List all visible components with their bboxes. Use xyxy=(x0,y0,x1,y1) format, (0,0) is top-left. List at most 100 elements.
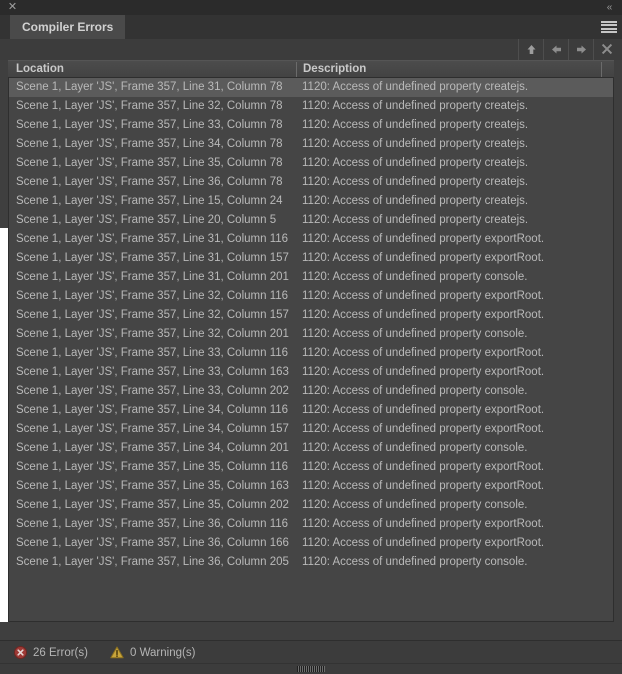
panel-titlebar: ✕ « xyxy=(0,0,622,15)
cell-description: 1120: Access of undefined property expor… xyxy=(302,537,545,549)
cell-location: Scene 1, Layer 'JS', Frame 357, Line 33,… xyxy=(16,366,289,378)
table-row[interactable]: Scene 1, Layer 'JS', Frame 357, Line 36,… xyxy=(9,173,613,192)
panel-bottom-bar xyxy=(0,663,622,674)
cell-location: Scene 1, Layer 'JS', Frame 357, Line 36,… xyxy=(16,537,289,549)
cell-location: Scene 1, Layer 'JS', Frame 357, Line 35,… xyxy=(16,157,283,169)
table-row[interactable]: Scene 1, Layer 'JS', Frame 357, Line 31,… xyxy=(9,249,613,268)
cell-location: Scene 1, Layer 'JS', Frame 357, Line 32,… xyxy=(16,309,289,321)
cell-description: 1120: Access of undefined property conso… xyxy=(302,556,528,568)
table-row[interactable]: Scene 1, Layer 'JS', Frame 357, Line 35,… xyxy=(9,477,613,496)
error-count-label: 26 Error(s) xyxy=(33,646,88,659)
cell-location: Scene 1, Layer 'JS', Frame 357, Line 20,… xyxy=(16,214,277,226)
error-icon xyxy=(14,646,27,659)
cell-location: Scene 1, Layer 'JS', Frame 357, Line 31,… xyxy=(16,233,289,245)
arrow-up-icon xyxy=(525,43,538,56)
compiler-errors-panel: ✕ « Compiler Errors Location Description… xyxy=(0,0,622,674)
column-header-description[interactable]: Description xyxy=(303,61,366,78)
table-row[interactable]: Scene 1, Layer 'JS', Frame 357, Line 32,… xyxy=(9,306,613,325)
table-row[interactable]: Scene 1, Layer 'JS', Frame 357, Line 33,… xyxy=(9,344,613,363)
resize-grip[interactable] xyxy=(297,666,325,672)
table-row[interactable]: Scene 1, Layer 'JS', Frame 357, Line 36,… xyxy=(9,553,613,572)
table-row[interactable]: Scene 1, Layer 'JS', Frame 357, Line 35,… xyxy=(9,154,613,173)
cell-description: 1120: Access of undefined property creat… xyxy=(302,195,529,207)
column-resize-handle-1[interactable] xyxy=(296,62,297,77)
cell-location: Scene 1, Layer 'JS', Frame 357, Line 31,… xyxy=(16,252,289,264)
close-x-icon xyxy=(600,43,613,56)
cell-description: 1120: Access of undefined property creat… xyxy=(302,119,529,131)
table-row[interactable]: Scene 1, Layer 'JS', Frame 357, Line 32,… xyxy=(9,287,613,306)
tab-compiler-errors[interactable]: Compiler Errors xyxy=(10,15,126,39)
table-row[interactable]: Scene 1, Layer 'JS', Frame 357, Line 33,… xyxy=(9,116,613,135)
status-bar: 26 Error(s) 0 Warning(s) xyxy=(0,640,622,664)
desktop-background-strip xyxy=(0,228,8,622)
go-to-source-button[interactable] xyxy=(518,39,543,60)
table-row[interactable]: Scene 1, Layer 'JS', Frame 357, Line 35,… xyxy=(9,458,613,477)
table-row[interactable]: Scene 1, Layer 'JS', Frame 357, Line 33,… xyxy=(9,363,613,382)
cell-location: Scene 1, Layer 'JS', Frame 357, Line 35,… xyxy=(16,480,289,492)
cell-description: 1120: Access of undefined property expor… xyxy=(302,461,545,473)
table-row[interactable]: Scene 1, Layer 'JS', Frame 357, Line 32,… xyxy=(9,325,613,344)
table-column-headers: Location Description xyxy=(8,60,614,78)
table-row[interactable]: Scene 1, Layer 'JS', Frame 357, Line 34,… xyxy=(9,439,613,458)
tab-strip: Compiler Errors xyxy=(0,15,622,40)
table-row[interactable]: Scene 1, Layer 'JS', Frame 357, Line 34,… xyxy=(9,401,613,420)
cell-location: Scene 1, Layer 'JS', Frame 357, Line 33,… xyxy=(16,347,289,359)
cell-description: 1120: Access of undefined property expor… xyxy=(302,233,545,245)
status-error-count: 26 Error(s) xyxy=(14,641,88,664)
cell-description: 1120: Access of undefined property creat… xyxy=(302,100,529,112)
table-row[interactable]: Scene 1, Layer 'JS', Frame 357, Line 31,… xyxy=(9,230,613,249)
cell-location: Scene 1, Layer 'JS', Frame 357, Line 35,… xyxy=(16,461,289,473)
cell-description: 1120: Access of undefined property conso… xyxy=(302,271,528,283)
cell-location: Scene 1, Layer 'JS', Frame 357, Line 15,… xyxy=(16,195,283,207)
table-row[interactable]: Scene 1, Layer 'JS', Frame 357, Line 34,… xyxy=(9,135,613,154)
table-row[interactable]: Scene 1, Layer 'JS', Frame 357, Line 31,… xyxy=(9,78,613,97)
table-row[interactable]: Scene 1, Layer 'JS', Frame 357, Line 35,… xyxy=(9,496,613,515)
cell-location: Scene 1, Layer 'JS', Frame 357, Line 34,… xyxy=(16,138,283,150)
arrow-left-icon xyxy=(550,43,563,56)
table-row[interactable]: Scene 1, Layer 'JS', Frame 357, Line 36,… xyxy=(9,515,613,534)
cell-location: Scene 1, Layer 'JS', Frame 357, Line 35,… xyxy=(16,499,289,511)
column-resize-handle-2[interactable] xyxy=(601,62,602,77)
cell-description: 1120: Access of undefined property expor… xyxy=(302,480,545,492)
cell-description: 1120: Access of undefined property expor… xyxy=(302,518,545,530)
close-icon[interactable]: ✕ xyxy=(6,1,19,14)
cell-description: 1120: Access of undefined property creat… xyxy=(302,81,529,93)
cell-location: Scene 1, Layer 'JS', Frame 357, Line 31,… xyxy=(16,271,289,283)
cell-description: 1120: Access of undefined property expor… xyxy=(302,366,545,378)
collapse-panel-icon[interactable]: « xyxy=(602,1,616,14)
table-row[interactable]: Scene 1, Layer 'JS', Frame 357, Line 32,… xyxy=(9,97,613,116)
hamburger-menu-icon[interactable] xyxy=(601,20,617,34)
table-row[interactable]: Scene 1, Layer 'JS', Frame 357, Line 33,… xyxy=(9,382,613,401)
previous-error-button[interactable] xyxy=(543,39,568,60)
cell-location: Scene 1, Layer 'JS', Frame 357, Line 32,… xyxy=(16,100,283,112)
next-error-button[interactable] xyxy=(568,39,593,60)
table-row[interactable]: Scene 1, Layer 'JS', Frame 357, Line 34,… xyxy=(9,420,613,439)
table-row[interactable]: Scene 1, Layer 'JS', Frame 357, Line 20,… xyxy=(9,211,613,230)
cell-description: 1120: Access of undefined property conso… xyxy=(302,442,528,454)
cell-description: 1120: Access of undefined property expor… xyxy=(302,404,545,416)
cell-description: 1120: Access of undefined property conso… xyxy=(302,385,528,397)
cell-description: 1120: Access of undefined property creat… xyxy=(302,157,529,169)
arrow-right-icon xyxy=(575,43,588,56)
table-row[interactable]: Scene 1, Layer 'JS', Frame 357, Line 15,… xyxy=(9,192,613,211)
table-row[interactable]: Scene 1, Layer 'JS', Frame 357, Line 36,… xyxy=(9,534,613,553)
cell-location: Scene 1, Layer 'JS', Frame 357, Line 36,… xyxy=(16,556,289,568)
cell-location: Scene 1, Layer 'JS', Frame 357, Line 32,… xyxy=(16,328,289,340)
status-warning-count: 0 Warning(s) xyxy=(110,641,195,664)
cell-description: 1120: Access of undefined property expor… xyxy=(302,252,545,264)
cell-description: 1120: Access of undefined property creat… xyxy=(302,138,529,150)
cell-description: 1120: Access of undefined property expor… xyxy=(302,423,545,435)
column-header-location[interactable]: Location xyxy=(16,61,64,78)
cell-location: Scene 1, Layer 'JS', Frame 357, Line 34,… xyxy=(16,442,289,454)
clear-errors-button[interactable] xyxy=(593,39,618,60)
cell-description: 1120: Access of undefined property expor… xyxy=(302,347,545,359)
warning-count-label: 0 Warning(s) xyxy=(130,646,196,659)
cell-location: Scene 1, Layer 'JS', Frame 357, Line 34,… xyxy=(16,423,289,435)
table-row[interactable]: Scene 1, Layer 'JS', Frame 357, Line 31,… xyxy=(9,268,613,287)
cell-description: 1120: Access of undefined property expor… xyxy=(302,290,545,302)
error-list[interactable]: Scene 1, Layer 'JS', Frame 357, Line 31,… xyxy=(8,78,614,622)
cell-description: 1120: Access of undefined property creat… xyxy=(302,176,529,188)
cell-location: Scene 1, Layer 'JS', Frame 357, Line 33,… xyxy=(16,119,283,131)
cell-location: Scene 1, Layer 'JS', Frame 357, Line 32,… xyxy=(16,290,289,302)
cell-location: Scene 1, Layer 'JS', Frame 357, Line 34,… xyxy=(16,404,289,416)
